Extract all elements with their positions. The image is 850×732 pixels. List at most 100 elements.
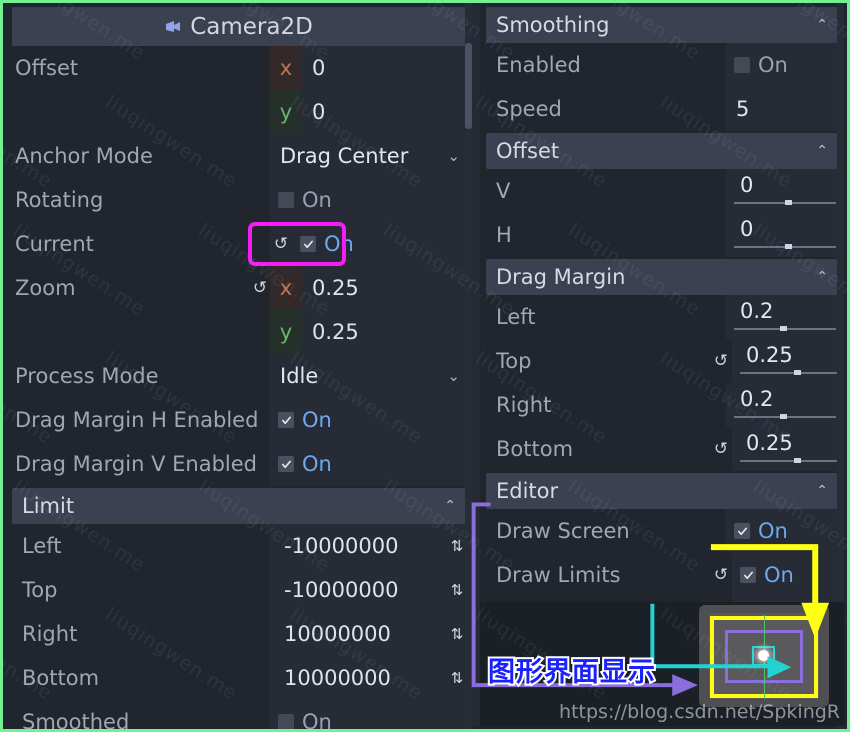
- slider-handle[interactable]: [794, 458, 802, 463]
- checkbox-checked-icon[interactable]: [278, 456, 294, 472]
- property-row-limit-smoothed[interactable]: Smoothed On: [6, 700, 472, 729]
- process-mode-dropdown[interactable]: Idle ⌄: [270, 354, 470, 398]
- property-row-limit-bottom[interactable]: Bottom 10000000 ⇅: [6, 656, 472, 700]
- rotating-checkbox-field[interactable]: On: [270, 178, 470, 222]
- property-row-limit-top[interactable]: Top -10000000 ⇅: [6, 568, 472, 612]
- slider-track[interactable]: [734, 326, 836, 331]
- offset-v-slider[interactable]: 0: [726, 169, 844, 213]
- smoothing-enabled-value: On: [758, 53, 788, 77]
- axis-x-label: x: [270, 266, 302, 310]
- slider-handle[interactable]: [779, 326, 787, 331]
- checkbox-unchecked-icon[interactable]: [278, 192, 294, 208]
- draw-limits-checkbox-field[interactable]: On: [732, 553, 844, 597]
- slider-handle[interactable]: [785, 200, 792, 205]
- current-checkbox-field[interactable]: ↺ On: [270, 222, 470, 266]
- offset-x-field[interactable]: x 0: [270, 46, 470, 90]
- chevron-up-icon[interactable]: ⌃: [816, 483, 828, 499]
- drag-margin-top-slider[interactable]: 0.25: [732, 339, 844, 383]
- property-row-offset[interactable]: Offset x 0: [6, 46, 472, 90]
- slider-handle[interactable]: [779, 414, 787, 419]
- smoothing-speed-field[interactable]: 5: [726, 87, 844, 131]
- property-label: Zoom: [15, 276, 76, 300]
- drag-margin-h-checkbox-field[interactable]: On: [270, 398, 470, 442]
- slider-track[interactable]: [734, 244, 836, 249]
- drag-margin-right-slider[interactable]: 0.2: [726, 383, 844, 427]
- left-panel-scrollbar[interactable]: [465, 3, 472, 729]
- section-header-smoothing[interactable]: Smoothing ⌃: [486, 7, 838, 43]
- property-row-zoom[interactable]: Zoom x 0.25 ↺: [6, 266, 472, 310]
- property-row-limit-right[interactable]: Right 10000000 ⇅: [6, 612, 472, 656]
- property-row-drag-margin-bottom[interactable]: Bottom ↺ 0.25: [480, 427, 844, 471]
- property-label: Top: [496, 349, 532, 373]
- drag-margin-top-value: 0.25: [746, 343, 793, 367]
- property-row-offset-h[interactable]: H 0: [480, 213, 844, 257]
- section-header-drag-margin[interactable]: Drag Margin ⌃: [486, 259, 838, 295]
- checkbox-unchecked-icon[interactable]: [278, 714, 294, 729]
- property-row-offset-y[interactable]: y 0: [6, 90, 472, 134]
- property-row-smoothing-speed[interactable]: Speed 5: [480, 87, 844, 131]
- panel-splitter[interactable]: [472, 6, 480, 726]
- limit-bottom-spinbox[interactable]: 10000000 ⇅: [270, 656, 470, 700]
- camera2d-icon: [166, 20, 181, 32]
- property-row-smoothing-enabled[interactable]: Enabled On: [480, 43, 844, 87]
- slider-handle[interactable]: [785, 244, 792, 249]
- chevron-up-icon[interactable]: ⌃: [816, 269, 828, 285]
- property-row-drag-margin-right[interactable]: Right 0.2: [480, 383, 844, 427]
- revert-icon[interactable]: ↺: [710, 427, 732, 471]
- chevron-up-icon[interactable]: ⌃: [816, 143, 828, 159]
- smoothing-enabled-checkbox-field[interactable]: On: [726, 43, 844, 87]
- scrollbar-thumb[interactable]: [465, 43, 472, 129]
- checkbox-unchecked-icon[interactable]: [734, 57, 750, 73]
- checkbox-checked-icon[interactable]: [278, 412, 294, 428]
- property-label: Draw Limits: [496, 563, 621, 587]
- draw-screen-checkbox-field[interactable]: On: [726, 509, 844, 553]
- property-row-draw-limits[interactable]: Draw Limits ↺ On: [480, 553, 844, 597]
- slider-handle[interactable]: [794, 370, 802, 375]
- limit-right-spinbox[interactable]: 10000000 ⇅: [270, 612, 470, 656]
- revert-icon[interactable]: ↺: [710, 339, 732, 383]
- drag-margin-left-value: 0.2: [740, 299, 774, 323]
- revert-icon[interactable]: ↺: [270, 234, 292, 254]
- limit-left-value: -10000000: [284, 534, 399, 558]
- anchor-mode-dropdown[interactable]: Drag Center ⌄: [270, 134, 470, 178]
- property-row-draw-screen[interactable]: Draw Screen On: [480, 509, 844, 553]
- section-header-editor[interactable]: Editor ⌃: [486, 473, 838, 509]
- slider-track[interactable]: [740, 370, 842, 375]
- checkbox-checked-icon[interactable]: [734, 523, 750, 539]
- chevron-up-icon[interactable]: ⌃: [816, 17, 828, 33]
- property-row-drag-margin-top[interactable]: Top ↺ 0.25: [480, 339, 844, 383]
- limit-top-spinbox[interactable]: -10000000 ⇅: [270, 568, 470, 612]
- checkbox-checked-icon[interactable]: [740, 567, 756, 583]
- section-header-limit[interactable]: Limit ⌃: [12, 488, 466, 524]
- draw-screen-value: On: [758, 519, 788, 543]
- limit-left-spinbox[interactable]: -10000000 ⇅: [270, 524, 470, 568]
- zoom-x-field[interactable]: x 0.25: [270, 266, 470, 310]
- drag-margin-bottom-slider[interactable]: 0.25: [732, 427, 844, 471]
- property-row-current[interactable]: Current ↺ On: [6, 222, 472, 266]
- chevron-up-icon[interactable]: ⌃: [444, 498, 456, 514]
- slider-track[interactable]: [734, 200, 836, 205]
- property-row-zoom-y[interactable]: y 0.25: [6, 310, 472, 354]
- revert-icon[interactable]: ↺: [710, 553, 732, 597]
- property-row-drag-margin-v-enabled[interactable]: Drag Margin V Enabled On: [6, 442, 472, 486]
- checkbox-checked-icon[interactable]: [300, 236, 316, 252]
- property-row-limit-left[interactable]: Left -10000000 ⇅: [6, 524, 472, 568]
- drag-margin-v-checkbox-field[interactable]: On: [270, 442, 470, 486]
- property-row-process-mode[interactable]: Process Mode Idle ⌄: [6, 354, 472, 398]
- offset-h-slider[interactable]: 0: [726, 213, 844, 257]
- property-row-offset-v[interactable]: V 0: [480, 169, 844, 213]
- revert-icon[interactable]: ↺: [249, 266, 271, 310]
- drag-margin-right-value: 0.2: [740, 387, 774, 411]
- property-row-drag-margin-h-enabled[interactable]: Drag Margin H Enabled On: [6, 398, 472, 442]
- limit-smoothed-checkbox-field[interactable]: On: [270, 700, 470, 729]
- property-row-anchor-mode[interactable]: Anchor Mode Drag Center ⌄: [6, 134, 472, 178]
- url-watermark: https://blog.csdn.net/SpkingR: [559, 701, 840, 723]
- slider-track[interactable]: [734, 414, 836, 419]
- slider-track[interactable]: [740, 458, 842, 463]
- zoom-y-field[interactable]: y 0.25: [270, 310, 470, 354]
- offset-y-field[interactable]: y 0: [270, 90, 470, 134]
- property-row-rotating[interactable]: Rotating On: [6, 178, 472, 222]
- section-header-offset[interactable]: Offset ⌃: [486, 133, 838, 169]
- property-row-drag-margin-left[interactable]: Left 0.2: [480, 295, 844, 339]
- drag-margin-left-slider[interactable]: 0.2: [726, 295, 844, 339]
